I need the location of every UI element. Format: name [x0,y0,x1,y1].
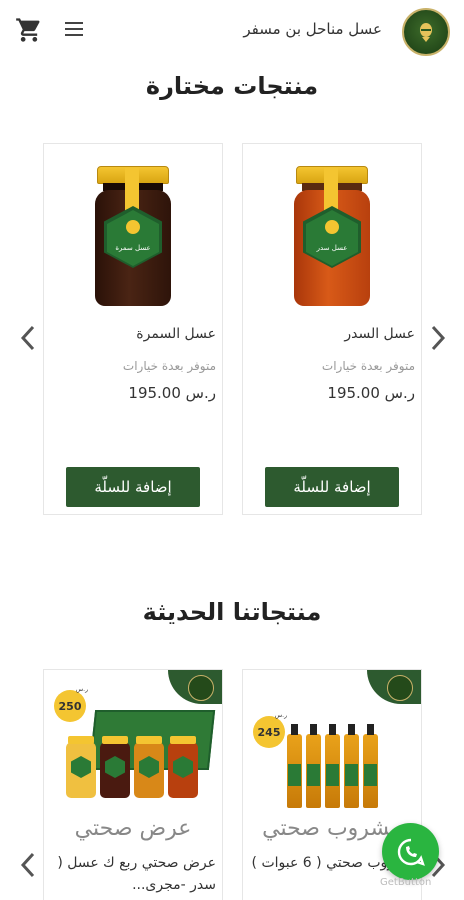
price-tag-badge: 250 ر.س [54,686,88,722]
product-name[interactable]: عسل السمرة [136,326,216,342]
product-image-sidr[interactable]: عسل سدر [294,166,370,306]
cart-icon [16,18,40,42]
product-image-samra[interactable]: عسل سمرة [95,166,171,306]
product-availability: متوفر بعدة خيارات [321,359,415,373]
featured-prev-button[interactable] [16,323,40,353]
getbutton-credit[interactable]: GetButton [380,877,431,888]
hamburger-menu-icon [65,22,83,36]
product-card-samra[interactable]: عسل سمرة عسل السمرة متوفر بعدة خيارات 19… [43,143,223,515]
product-name[interactable]: عسل السدر [344,326,415,342]
featured-section-title: منتجات مختارة [145,72,319,100]
brand-logo-icon[interactable] [402,8,450,56]
new-products-section-title: منتجاتنا الحديثة [142,598,322,626]
top-header: عسل مناحل بن مسفر [0,0,464,62]
product-card-sidr[interactable]: عسل سدر عسل السدر متوفر بعدة خيارات 195.… [242,143,422,515]
product-name[interactable]: عرض صحتي ربع ك عسل ( سدر -مجرى... [50,852,216,896]
product-price: 195.00 ر.س [327,384,415,402]
whatsapp-chat-button[interactable] [382,823,439,880]
promo-title: عرض صحتي [74,816,192,841]
add-to-cart-button[interactable]: إضافة للسلّة [66,467,200,507]
chevron-right-icon [431,325,446,351]
product-card-gift[interactable]: 250 ر.س عرض صحتي عرض صحتي ربع ك عسل ( سد… [43,669,223,900]
brand-logo-icon [188,675,214,701]
cart-button[interactable] [14,16,44,44]
product-price: 195.00 ر.س [128,384,216,402]
product-image-drink[interactable] [283,718,403,808]
brand-logo-icon [387,675,413,701]
price-tag-badge: 245 ر.س [253,712,287,748]
bee-logo-icon [420,23,432,42]
chevron-left-icon [20,852,35,878]
product-availability: متوفر بعدة خيارات [122,359,216,373]
chevron-left-icon [20,325,35,351]
menu-button[interactable] [62,18,86,40]
featured-next-button[interactable] [426,323,450,353]
new-prev-button[interactable] [16,850,40,880]
whatsapp-icon [397,838,425,866]
add-to-cart-button[interactable]: إضافة للسلّة [265,467,399,507]
brand-name[interactable]: عسل مناحل بن مسفر [243,20,382,38]
